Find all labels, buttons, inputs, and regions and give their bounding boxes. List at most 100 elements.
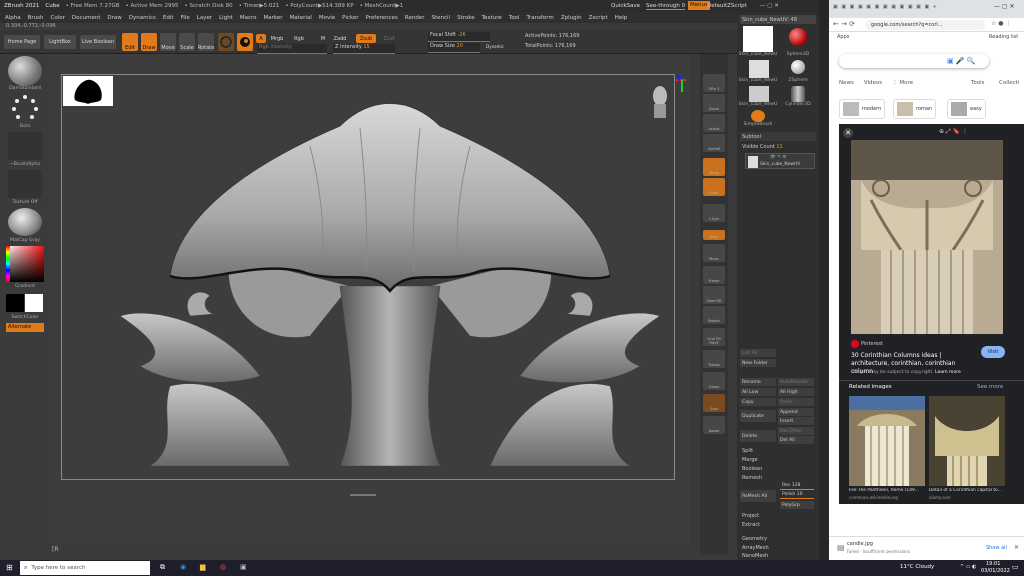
clock-date[interactable]: 03/01/2022 (981, 568, 1010, 574)
dots-stroke-icon[interactable] (10, 94, 40, 122)
brush-thumbnail-icon[interactable] (8, 56, 42, 86)
nav-arrows-icon[interactable]: ← → ⟳ (833, 20, 855, 28)
spix-button[interactable]: SPix 3 (703, 74, 725, 92)
sphere3d-icon[interactable] (789, 28, 807, 46)
subtool-item[interactable]: Skin_cube_NewUV 👁 ✎ ⚙ (745, 153, 815, 169)
extract-section[interactable]: Extract (740, 520, 816, 529)
color-picker[interactable] (6, 246, 44, 282)
remesh-section[interactable]: Remesh (740, 473, 816, 482)
menu-preferences[interactable]: Preferences (366, 15, 398, 21)
solo-button[interactable]: Solo (703, 394, 725, 412)
quicksave-button[interactable]: QuickSave (611, 3, 640, 9)
file-explorer-icon[interactable]: ▆ (200, 563, 205, 571)
menu-texture[interactable]: Texture (482, 15, 502, 21)
rotate-button[interactable]: Rotate (198, 33, 214, 51)
alpha-thumbnail-icon[interactable] (8, 132, 42, 160)
notifications-icon[interactable]: ▭ (1012, 563, 1019, 571)
draw-button[interactable]: Draw (141, 33, 157, 51)
clock-time[interactable]: 19:01 (986, 561, 1000, 567)
res-slider[interactable]: Res 128 (780, 482, 814, 490)
apps-bookmark[interactable]: Apps (837, 34, 849, 40)
menu-help[interactable]: Help (615, 15, 628, 21)
arraymesh-section[interactable]: ArrayMesh (740, 543, 816, 552)
visit-button[interactable]: Visit (981, 346, 1005, 358)
related-image-pantheon[interactable] (849, 396, 925, 486)
texture-thumbnail-icon[interactable] (8, 170, 42, 198)
tool-thumb-skin-cube-1[interactable] (743, 26, 773, 52)
alternate-button[interactable]: Alternate (6, 323, 44, 332)
menu-layer[interactable]: Layer (197, 15, 212, 21)
task-view-icon[interactable]: ⧉ (160, 563, 165, 572)
move-view-button[interactable]: Move (703, 244, 725, 262)
delete-button[interactable]: Delete (740, 430, 776, 442)
hue-strip[interactable] (6, 246, 10, 282)
chip-easy[interactable]: easy (947, 99, 986, 119)
z-intensity-slider[interactable]: Z Intensity 15 (333, 44, 395, 54)
tab-favicons[interactable]: ▣ ▣ ▣ ▣ ▣ ▣ ▣ ▣ ▣ ▣ ▣ ▣ + (833, 4, 983, 16)
subtool-eye-icon[interactable]: 👁 ✎ ⚙ (770, 155, 786, 160)
del-other-button[interactable]: Del Other (778, 427, 814, 435)
append-button[interactable]: Append (778, 408, 814, 416)
actual-button[interactable]: Actual (703, 114, 725, 132)
canvas-scroll-handle[interactable] (350, 494, 376, 496)
preview-actions-icon[interactable]: ⊕ ⤢ 🔖 ⋮ (939, 128, 968, 136)
menu-tool[interactable]: Tool (509, 15, 520, 21)
default-zscript-button[interactable]: DefaultZScript (707, 3, 747, 9)
visible-count-slider[interactable]: Visible Count 11 (740, 142, 816, 151)
corinthian-column-image[interactable] (851, 140, 1003, 334)
floor-button[interactable]: Floor (703, 178, 725, 196)
windows-start-icon[interactable]: ⊞ (6, 563, 13, 572)
menu-movie[interactable]: Movie (319, 15, 335, 21)
move-button[interactable]: Move (160, 33, 176, 51)
menu-stencil[interactable]: Stencil (431, 15, 450, 21)
home-page-button[interactable]: Home Page (4, 35, 40, 49)
rename-button[interactable]: Rename (740, 378, 776, 386)
scale-button[interactable]: Scale (179, 33, 195, 51)
secondary-color-swatch[interactable] (25, 294, 43, 312)
paste-button[interactable]: Paste (778, 398, 814, 406)
see-more-link[interactable]: See more (977, 384, 1003, 390)
boolean-section[interactable]: Boolean (740, 464, 816, 473)
related-image-capital[interactable] (929, 396, 1005, 486)
related-caption-2[interactable]: Detail of a Corinthian capital to... (929, 488, 1011, 493)
menu-light[interactable]: Light (219, 15, 233, 21)
document-canvas[interactable] (50, 54, 690, 544)
merge-section[interactable]: Merge (740, 455, 816, 464)
close-icon[interactable]: ✕ (843, 128, 853, 138)
menu-material[interactable]: Material (290, 15, 312, 21)
mrgb-toggle[interactable]: Mrgb (268, 34, 286, 43)
menu-picker[interactable]: Picker (342, 15, 358, 21)
split-section[interactable]: Split (740, 446, 816, 455)
zbrush-taskbar-icon[interactable]: ▣ (240, 563, 247, 571)
menu-document[interactable]: Document (72, 15, 101, 21)
brush-stroke-icon[interactable] (237, 33, 253, 51)
geometry-section[interactable]: Geometry (740, 534, 816, 543)
learn-more-link[interactable]: Learn more (935, 370, 961, 375)
ghost-button[interactable]: Ghost (703, 372, 725, 390)
focal-shift-slider[interactable]: Focal Shift -26 (428, 32, 490, 42)
qxyz-button[interactable]: Qxyz (703, 230, 725, 240)
lightbox-button[interactable]: LightBox (44, 35, 76, 49)
zsub-toggle[interactable]: Zsub (356, 34, 376, 43)
rotate-view-button[interactable]: Rotate (703, 306, 725, 324)
menu-dynamics[interactable]: Dynamics (129, 15, 156, 21)
zadd-toggle[interactable]: Zadd (332, 34, 348, 43)
remesh-all-button[interactable]: ReMesh All (740, 490, 776, 502)
window-controls-chrome[interactable]: — ▢ ✕ (994, 3, 1015, 10)
menu-edit[interactable]: Edit (163, 15, 174, 21)
see-through-slider[interactable]: See-through 0 (646, 3, 686, 10)
polish-slider[interactable]: Polish 10 (780, 491, 814, 499)
line-fill-button[interactable]: Line Fill PolyF (703, 328, 725, 346)
show-all-button[interactable]: Show all (986, 545, 1007, 551)
chrome-taskbar-icon[interactable]: ◍ (220, 563, 226, 571)
search-icons[interactable]: ▣ 🎤 🔍 (947, 57, 976, 65)
menu-file[interactable]: File (181, 15, 190, 21)
rgb-toggle[interactable]: Rgb (292, 34, 306, 43)
tools-button[interactable]: Tools (971, 80, 985, 86)
edit-button[interactable]: Edit (122, 33, 138, 51)
a-toggle[interactable]: A (256, 34, 266, 43)
menu-render[interactable]: Render (405, 15, 425, 21)
list-all-button[interactable]: List All (740, 349, 776, 357)
profile-menu-icon[interactable]: ☆ ● ⋮ (991, 20, 1011, 27)
menu-marker[interactable]: Marker (264, 15, 283, 21)
